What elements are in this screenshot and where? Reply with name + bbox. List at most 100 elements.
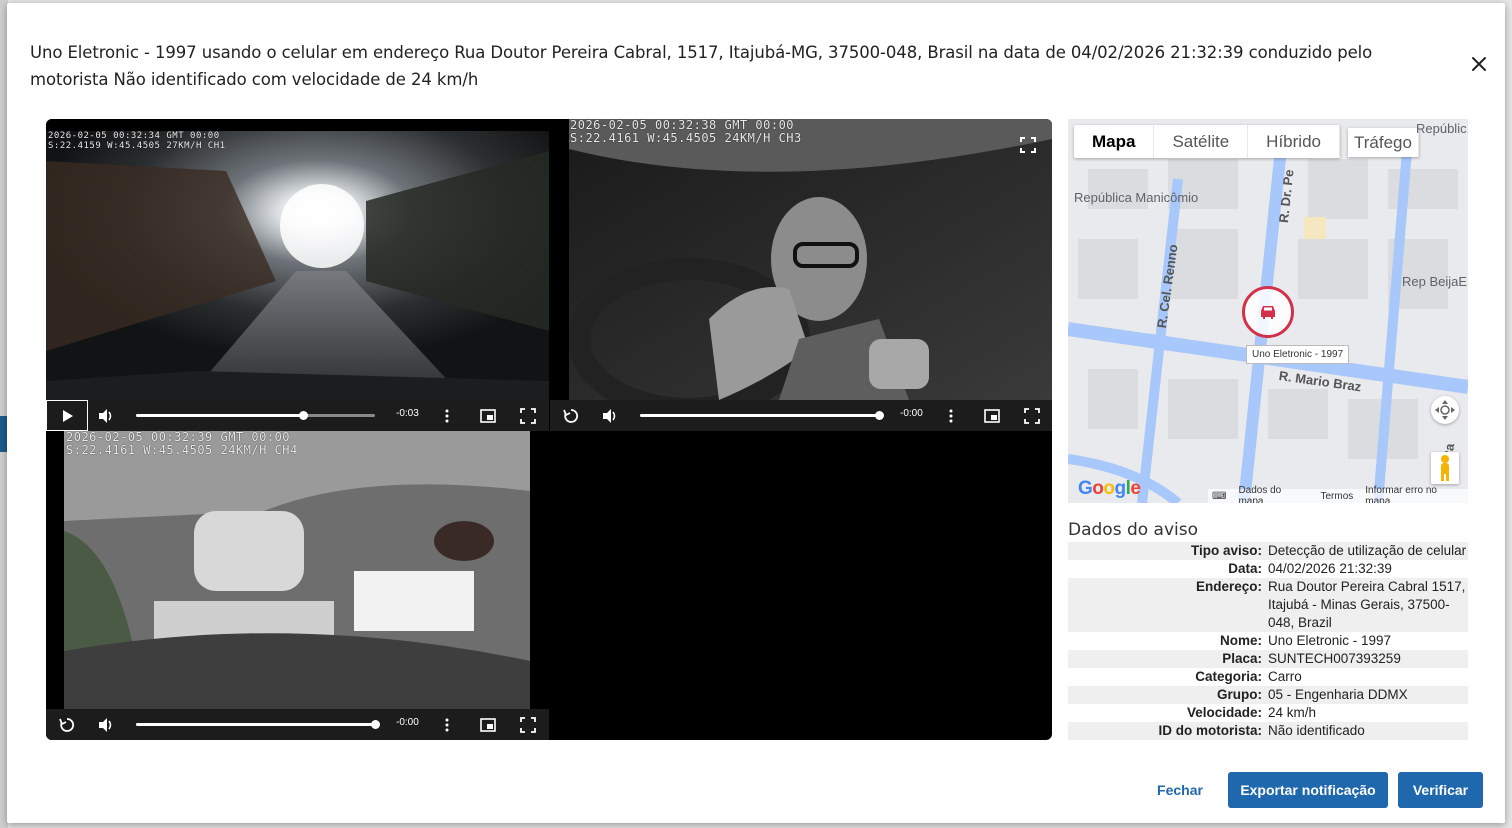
osd-gps-speed: S:22.4161 W:45.4505 24KM/H CH4 bbox=[66, 443, 298, 457]
fullscreen-icon[interactable] bbox=[1019, 136, 1037, 154]
detail-label: ID do motorista: bbox=[1158, 723, 1263, 738]
detail-value: Detecção de utilização de celular bbox=[1268, 543, 1467, 558]
osd-timestamp: 2026-02-05 00:32:34 GMT 00:00 bbox=[48, 131, 220, 141]
time-remaining: -0:00 bbox=[396, 717, 419, 728]
osd-gps-speed: S:22.4161 W:45.4505 24KM/H CH3 bbox=[570, 131, 802, 145]
video-controls: -0:00 bbox=[46, 709, 549, 740]
dialog-title: Uno Eletronic - 1997 usando o celular em… bbox=[30, 43, 1373, 89]
detail-row: Categoria: Carro bbox=[1068, 668, 1468, 686]
volume-icon[interactable] bbox=[601, 407, 619, 425]
detail-label: Nome: bbox=[1219, 633, 1262, 648]
osd-overlay-ch1: 2026-02-05 00:32:34 GMT 00:00 S:22.4159 W… bbox=[48, 131, 226, 151]
time-remaining: -0:03 bbox=[396, 408, 419, 419]
seek-fill bbox=[640, 414, 879, 417]
location-map[interactable]: Mapa Satélite Híbrido Tráfego Repúblic R… bbox=[1068, 119, 1468, 503]
vehicle-tooltip: Uno Eletronic - 1997 bbox=[1246, 345, 1350, 364]
detail-row: Tipo aviso: Detecção de utilização de cel… bbox=[1068, 542, 1468, 560]
volume-icon[interactable] bbox=[97, 716, 115, 734]
map-type-tabs: Mapa Satélite Híbrido bbox=[1074, 125, 1340, 158]
detail-label: Tipo aviso: bbox=[1190, 543, 1262, 558]
verify-button[interactable]: Verificar bbox=[1398, 772, 1483, 808]
video-frame-rear bbox=[64, 431, 530, 709]
seek-fill bbox=[136, 723, 375, 726]
seek-bar[interactable] bbox=[136, 411, 375, 420]
video-player-ch1: 2026-02-05 00:32:34 GMT 00:00 S:22.4159 W… bbox=[46, 119, 549, 431]
detail-row: Data: 04/02/2026 21:32:39 bbox=[1068, 560, 1468, 578]
picture-in-picture-icon[interactable] bbox=[983, 407, 1001, 425]
vehicle-marker[interactable] bbox=[1242, 286, 1294, 338]
terms-link[interactable]: Termos bbox=[1320, 491, 1353, 502]
detail-label: Data: bbox=[1228, 561, 1262, 576]
details-table: Tipo aviso: Detecção de utilização de cel… bbox=[1068, 542, 1468, 740]
close-button[interactable]: Fechar bbox=[1152, 775, 1208, 805]
osd-overlay-ch4: 2026-02-05 00:32:39 GMT 00:00 S:22.4161 W… bbox=[66, 431, 298, 457]
detail-label: Placa: bbox=[1222, 651, 1262, 666]
seek-bar[interactable] bbox=[136, 720, 380, 729]
detail-row: Velocidade: 24 km/h bbox=[1068, 704, 1468, 722]
place-label: República Manicômio bbox=[1074, 190, 1199, 205]
close-icon[interactable] bbox=[1468, 53, 1490, 75]
tab-satellite[interactable]: Satélite bbox=[1154, 125, 1249, 158]
video-player-ch3: 2026-02-05 00:32:38 GMT 00:00 S:22.4161 W… bbox=[550, 119, 1052, 431]
traffic-toggle[interactable]: Tráfego bbox=[1348, 128, 1419, 157]
fullscreen-map-icon[interactable] bbox=[1431, 396, 1459, 424]
detail-row: Placa: SUNTECH007393259 bbox=[1068, 650, 1468, 668]
video-controls: -0:00 bbox=[550, 400, 1052, 431]
seek-knob[interactable] bbox=[299, 411, 309, 420]
detail-row: ID do motorista: Não identificado bbox=[1068, 722, 1468, 740]
detail-value: Carro bbox=[1268, 669, 1302, 684]
google-logo: Google bbox=[1078, 478, 1141, 499]
tab-hybrid[interactable]: Híbrido bbox=[1248, 125, 1340, 158]
street-view-pegman-icon[interactable] bbox=[1431, 452, 1459, 484]
detail-label: Categoria: bbox=[1195, 669, 1262, 684]
detail-value: Uno Eletronic - 1997 bbox=[1268, 633, 1392, 648]
keyboard-shortcuts-icon[interactable]: ⌨ bbox=[1212, 491, 1226, 502]
more-options-icon[interactable] bbox=[438, 407, 456, 425]
seek-knob[interactable] bbox=[875, 411, 884, 420]
detail-label: Grupo: bbox=[1217, 687, 1262, 702]
place-label: Rep BeijaE bbox=[1402, 274, 1468, 289]
seek-fill bbox=[136, 414, 304, 417]
picture-in-picture-icon[interactable] bbox=[479, 716, 497, 734]
detail-row: Grupo: 05 - Engenharia DDMX bbox=[1068, 686, 1468, 704]
detail-label: Velocidade: bbox=[1186, 705, 1262, 720]
detail-value: Não identificado bbox=[1268, 723, 1365, 738]
detail-row: Nome: Uno Eletronic - 1997 bbox=[1068, 632, 1468, 650]
export-notification-button[interactable]: Exportar notificação bbox=[1228, 772, 1388, 808]
fullscreen-icon[interactable] bbox=[1023, 407, 1041, 425]
detail-value: Rua Doutor Pereira Cabral 1517, Itajubá … bbox=[1268, 579, 1466, 630]
detail-value: 24 km/h bbox=[1268, 705, 1317, 720]
alert-dialog: Uno Eletronic - 1997 usando o celular em… bbox=[7, 3, 1505, 823]
more-options-icon[interactable] bbox=[942, 407, 960, 425]
car-icon bbox=[1261, 306, 1275, 319]
seek-knob[interactable] bbox=[371, 720, 380, 729]
video-controls: -0:03 bbox=[46, 400, 549, 431]
replay-icon[interactable] bbox=[562, 407, 580, 425]
fullscreen-icon[interactable] bbox=[519, 716, 537, 734]
detail-row: Endereço: Rua Doutor Pereira Cabral 1517,… bbox=[1068, 578, 1468, 632]
detail-value: SUNTECH007393259 bbox=[1268, 651, 1401, 666]
map-attribution: ⌨ Dados do mapa Termos Informar erro no … bbox=[1208, 485, 1468, 503]
osd-overlay-ch3: 2026-02-05 00:32:38 GMT 00:00 S:22.4161 W… bbox=[570, 119, 802, 145]
place-label: Repúblic bbox=[1416, 121, 1467, 136]
video-grid: 2026-02-05 00:32:34 GMT 00:00 S:22.4159 W… bbox=[46, 119, 1052, 740]
replay-icon[interactable] bbox=[58, 716, 76, 734]
map-data-link[interactable]: Dados do mapa bbox=[1238, 485, 1308, 503]
tab-map[interactable]: Mapa bbox=[1074, 125, 1155, 158]
osd-gps-speed: S:22.4159 W:45.4505 27KM/H CH1 bbox=[48, 141, 226, 151]
detail-value: 05 - Engenharia DDMX bbox=[1268, 687, 1408, 702]
volume-icon[interactable] bbox=[97, 407, 115, 425]
detail-label: Endereço: bbox=[1195, 579, 1262, 594]
video-player-ch4: 2026-02-05 00:32:39 GMT 00:00 S:22.4161 W… bbox=[46, 431, 549, 740]
detail-value: 04/02/2026 21:32:39 bbox=[1268, 561, 1392, 576]
more-options-icon[interactable] bbox=[438, 716, 456, 734]
video-frame-cabin bbox=[569, 119, 1052, 400]
time-remaining: -0:00 bbox=[900, 408, 923, 419]
details-title: Dados do aviso bbox=[1068, 520, 1199, 540]
report-error-link[interactable]: Informar erro no mapa bbox=[1365, 485, 1464, 503]
picture-in-picture-icon[interactable] bbox=[479, 407, 497, 425]
video-frame-road bbox=[46, 131, 549, 400]
seek-bar[interactable] bbox=[640, 411, 884, 420]
play-icon[interactable] bbox=[58, 407, 76, 425]
fullscreen-icon[interactable] bbox=[519, 407, 537, 425]
